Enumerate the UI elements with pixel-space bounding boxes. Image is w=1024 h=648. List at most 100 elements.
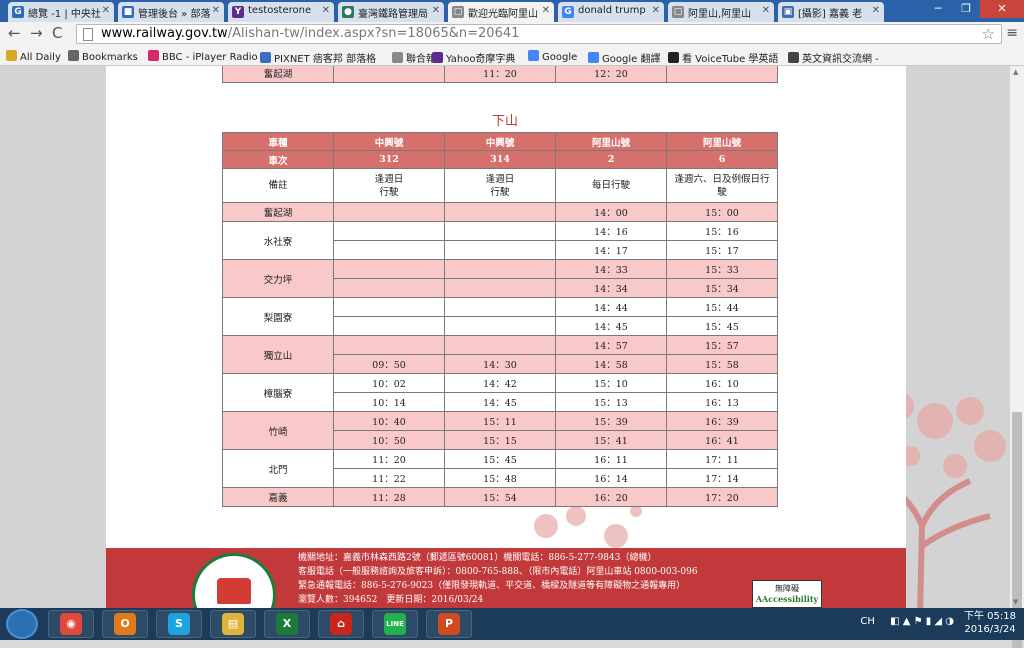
time-cell — [333, 259, 445, 279]
time-cell: 15：15 — [444, 430, 556, 450]
browser-tab[interactable]: ▢ 阿里山,阿里山 ✕ — [668, 2, 774, 22]
bookmark-item[interactable]: PIXNET 痞客邦 部落格 — [260, 50, 376, 65]
downbound-timetable: 車種 中興號 中興號 阿里山號 阿里山號 車次 312 314 2 6 備註 逢週日 行駛 逢週日 行駛 每日… — [222, 132, 778, 507]
time-cell: 15：17 — [666, 240, 778, 260]
time-cell — [444, 259, 556, 279]
bookmark-item[interactable]: Yahoo奇摩字典 — [432, 50, 515, 65]
accessibility-badge[interactable]: 無障礙 AAccessibility — [752, 580, 822, 608]
bookmark-star-icon[interactable]: ☆ — [982, 25, 995, 43]
browser-tab[interactable]: ▢ 歡迎光臨阿里山 ✕ — [448, 2, 554, 22]
start-button[interactable] — [6, 609, 38, 639]
station-name: 交力坪 — [222, 259, 334, 298]
browser-tab[interactable]: ▣ [攝影] 嘉義 老 ✕ — [778, 2, 884, 22]
note-line: 每日行駛 — [591, 180, 630, 191]
time-cell: 15：16 — [666, 221, 778, 241]
lang-indicator[interactable]: CH — [860, 616, 875, 627]
time-cell: 11：20 — [333, 449, 445, 469]
bookmark-item[interactable]: All Daily — [6, 50, 61, 63]
time-cell: 12：20 — [555, 66, 667, 83]
tab-close-icon[interactable]: ✕ — [652, 5, 660, 16]
bookmark-item[interactable]: Bookmarks — [68, 50, 138, 63]
taskbar-app-skype[interactable]: S — [156, 610, 202, 638]
reload-icon[interactable]: C — [52, 24, 62, 42]
tray-icons[interactable]: CH ◧ ▲ ⚑ ▮ ◢ ◑ — [860, 616, 954, 627]
tab-close-icon[interactable]: ✕ — [542, 5, 550, 16]
bookmark-favicon-icon — [788, 52, 799, 63]
note-line: 逢週日 — [374, 173, 404, 185]
minimize-button[interactable]: ─ — [924, 0, 952, 18]
taskbar-app-outlook[interactable]: O — [102, 610, 148, 638]
taskbar-app-explorer[interactable]: ▤ — [210, 610, 256, 638]
time-cell: 14：45 — [555, 316, 667, 336]
station-name: 竹崎 — [222, 411, 334, 450]
back-icon[interactable]: ← — [8, 24, 21, 42]
bookmark-item[interactable]: 英文資訊交流網 - — [788, 50, 879, 65]
scroll-up-icon[interactable]: ▲ — [1013, 68, 1018, 76]
scroll-down-icon[interactable]: ▼ — [1013, 598, 1018, 606]
tray-system-icons[interactable]: ◧ ▲ ⚑ ▮ ◢ ◑ — [890, 616, 954, 627]
taskbar-app-line[interactable]: LINE — [372, 610, 418, 638]
time-cell: 10：14 — [333, 392, 445, 412]
close-window-button[interactable]: ✕ — [980, 0, 1024, 18]
row-header: 車次 — [222, 150, 334, 169]
browser-tab[interactable]: Ytestosterone ✕ — [228, 2, 334, 22]
taskbar-app-excel[interactable]: X — [264, 610, 310, 638]
menu-icon[interactable]: ≡ — [1006, 25, 1018, 41]
bookmark-item[interactable]: 看 VoiceTube 學英語 — [668, 50, 778, 65]
page-icon — [83, 28, 93, 41]
bookmark-item[interactable]: Google — [528, 50, 577, 63]
url-path: /Alishan-tw/index.aspx?sn=18065&n=20641 — [227, 26, 520, 41]
time-cell: 17：14 — [666, 468, 778, 488]
outlook-icon: O — [114, 613, 136, 635]
time-cell: 14：57 — [555, 335, 667, 355]
bookmark-item[interactable]: BBC - iPlayer Radio — [148, 50, 258, 63]
browser-tab[interactable]: G 總覽 -1 | 中央社 ✕ — [8, 2, 114, 22]
taskbar-app-acrobat[interactable]: ⌂ — [318, 610, 364, 638]
tab-close-icon[interactable]: ✕ — [872, 5, 880, 16]
note-line: 駛 — [717, 186, 727, 198]
address-bar[interactable]: www.railway.gov.tw/Alishan-tw/index.aspx… — [76, 24, 1002, 44]
tab-close-icon[interactable]: ✕ — [762, 5, 770, 16]
time-cell: 15：54 — [444, 487, 556, 507]
bookmarks-bar: All Daily Bookmarks BBC - iPlayer Radio PIX… — [0, 46, 1024, 66]
taskbar-app-powerpoint[interactable]: P — [426, 610, 472, 638]
browser-tab[interactable]: ● 臺灣鐵路管理局 ✕ — [338, 2, 444, 22]
time-cell — [444, 240, 556, 260]
time-cell: 14：44 — [555, 297, 667, 317]
time-cell: 11：22 — [333, 468, 445, 488]
accessibility-label: 無障礙 — [775, 584, 799, 593]
clock[interactable]: 下午 05:18 2016/3/24 — [964, 610, 1016, 636]
clock-time: 下午 05:18 — [964, 611, 1016, 622]
browser-tab[interactable]: Gdonald trump ✕ — [558, 2, 664, 22]
vertical-scrollbar[interactable]: ▲ ▼ — [1010, 66, 1024, 648]
bookmark-item[interactable]: Google 翻譯 — [588, 50, 660, 65]
time-cell: 16：11 — [555, 449, 667, 469]
time-cell: 14：30 — [444, 354, 556, 374]
time-cell: 17：11 — [666, 449, 778, 469]
tab-close-icon[interactable]: ✕ — [102, 5, 110, 16]
time-cell — [444, 278, 556, 298]
time-cell — [333, 221, 445, 241]
window-controls: ─ ❐ ✕ — [924, 0, 1024, 20]
tab-close-icon[interactable]: ✕ — [212, 5, 220, 16]
footer-visitors: 瀏覽人數：394652 更新日期：2016/03/24 — [298, 595, 484, 605]
time-cell: 17：20 — [666, 487, 778, 507]
time-cell: 14：33 — [555, 259, 667, 279]
bookmark-label: Bookmarks — [82, 52, 138, 63]
bookmark-item[interactable]: 聯合報 — [392, 50, 436, 65]
time-cell: 15：00 — [666, 202, 778, 222]
bookmark-favicon-icon — [588, 52, 599, 63]
tab-close-icon[interactable]: ✕ — [432, 5, 440, 16]
maximize-button[interactable]: ❐ — [952, 0, 980, 18]
time-cell: 16：13 — [666, 392, 778, 412]
railway-logo — [192, 553, 276, 608]
tab-close-icon[interactable]: ✕ — [322, 5, 330, 16]
browser-tab[interactable]: ■ 管理後台 » 部落 ✕ — [118, 2, 224, 22]
taskbar-app-chrome[interactable]: ◉ — [48, 610, 94, 638]
forward-icon[interactable]: → — [30, 24, 43, 42]
table-row: 獨立山 14：57 15：57 — [222, 335, 778, 374]
tab-title: 阿里山,阿里山 — [688, 9, 752, 20]
accessibility-sub: AAccessibility — [755, 594, 819, 604]
time-cell — [333, 202, 445, 222]
column-header: 中興號 — [444, 132, 556, 151]
